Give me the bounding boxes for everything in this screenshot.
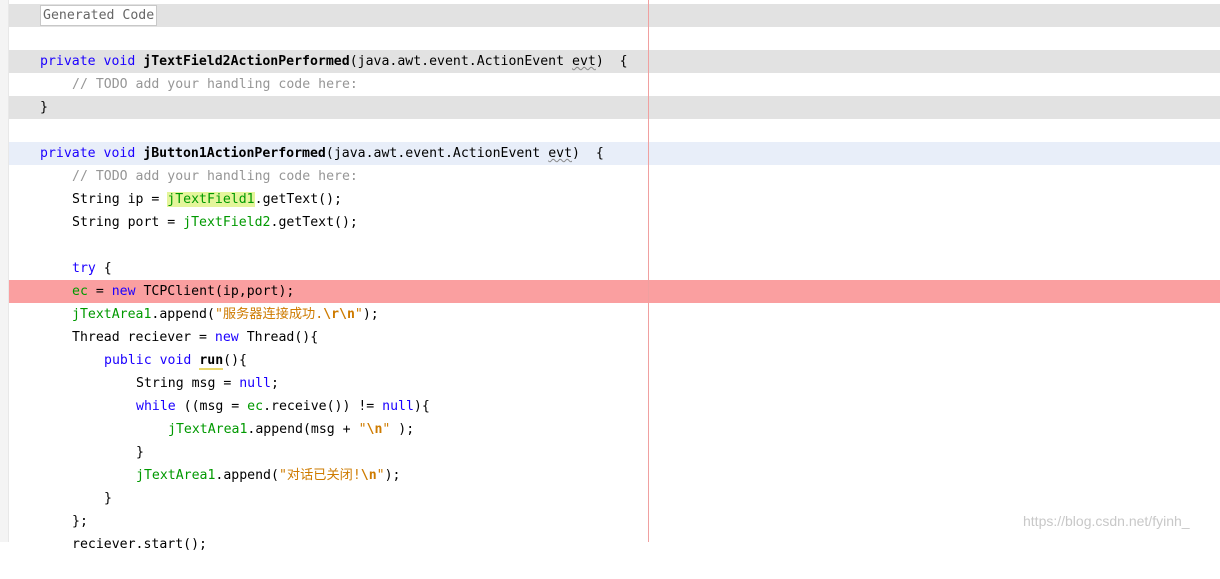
code-line-append3: jTextArea1.append("对话已关闭!\n"); xyxy=(9,464,1220,487)
string-quote: " xyxy=(354,307,363,322)
method-name: jTextField2ActionPerformed xyxy=(143,54,350,69)
brace: } xyxy=(104,491,112,506)
code-line-method2-signature: private void jButton1ActionPerformed(jav… xyxy=(9,142,1220,165)
code-line-while: while ((msg = ec.receive()) != null){ xyxy=(9,395,1220,418)
keyword: public xyxy=(104,353,152,368)
method-name: jButton1ActionPerformed xyxy=(143,146,326,161)
statement: .receive()) != xyxy=(263,399,383,414)
brace: } xyxy=(136,445,144,460)
keyword: void xyxy=(103,54,136,69)
statement: String port = xyxy=(72,215,184,230)
statement: = xyxy=(87,284,112,299)
field-reference[interactable]: ec xyxy=(247,399,263,414)
statement: ); xyxy=(384,468,401,483)
statement: ); xyxy=(390,422,415,437)
keyword: new xyxy=(214,330,239,345)
statement: .append(msg + xyxy=(247,422,359,437)
code-line-fold: Generated Code xyxy=(9,4,1220,27)
code-line-partial: reciever.start(); xyxy=(9,533,1220,556)
field-reference[interactable]: jTextArea1 xyxy=(136,468,215,483)
code-line-close-run: } xyxy=(9,487,1220,510)
brace: }; xyxy=(72,514,88,529)
comment: // TODO add your handling code here: xyxy=(72,77,358,92)
field-reference[interactable]: ec xyxy=(72,284,88,299)
escape-sequence: \n xyxy=(366,422,383,437)
statement: String ip = xyxy=(72,192,168,207)
statement: ){ xyxy=(413,399,430,414)
statement: .append( xyxy=(215,468,279,483)
code-line-method1-comment: // TODO add your handling code here: xyxy=(9,73,1220,96)
string-quote: " xyxy=(358,422,367,437)
keyword: void xyxy=(103,146,136,161)
code-line-ip: String ip = jTextField1.getText(); xyxy=(9,188,1220,211)
generated-code-fold[interactable]: Generated Code xyxy=(40,5,158,26)
statement: ; xyxy=(270,376,279,391)
keyword: try xyxy=(72,261,96,276)
keyword: null xyxy=(239,376,271,391)
keyword: null xyxy=(382,399,414,414)
statement: String msg = xyxy=(136,376,240,391)
field-reference[interactable]: jTextArea1 xyxy=(72,307,151,322)
code-line-method2-comment: // TODO add your handling code here: xyxy=(9,165,1220,188)
code-line-thread: Thread reciever = new Thread(){ xyxy=(9,326,1220,349)
right-margin-line xyxy=(648,0,649,542)
keyword: private xyxy=(40,54,96,69)
field-reference[interactable]: jTextField1 xyxy=(167,192,255,207)
field-reference[interactable]: jTextField2 xyxy=(183,215,270,230)
editor-gutter[interactable] xyxy=(0,0,9,542)
code-line-method1-signature: private void jTextField2ActionPerformed(… xyxy=(9,50,1220,73)
code-line-append1: jTextArea1.append("服务器连接成功.\r\n"); xyxy=(9,303,1220,326)
statement: Thread reciever = xyxy=(72,330,215,345)
method-name: run xyxy=(199,353,224,370)
watermark-url: https://blog.csdn.net/fyinh_ xyxy=(1023,513,1190,529)
statement: .getText(); xyxy=(270,215,358,230)
statement: ((msg = xyxy=(175,399,248,414)
param-evt: evt xyxy=(572,54,596,69)
escape-sequence: \r\n xyxy=(323,307,355,322)
keyword: void xyxy=(159,353,192,368)
code-line-try: try { xyxy=(9,257,1220,280)
statement: (){ xyxy=(223,353,247,368)
statement: .getText(); xyxy=(254,192,342,207)
param-evt: evt xyxy=(548,146,573,161)
field-reference[interactable]: jTextArea1 xyxy=(168,422,247,437)
keyword: new xyxy=(111,284,136,299)
comment: // TODO add your handling code here: xyxy=(72,169,358,184)
keyword: private xyxy=(40,146,96,161)
code-line-port: String port = jTextField2.getText(); xyxy=(9,211,1220,234)
code-line-append2: jTextArea1.append(msg + "\n" ); xyxy=(9,418,1220,441)
code-line-msg: String msg = null; xyxy=(9,372,1220,395)
statement: reciever.start(); xyxy=(72,537,207,552)
string-literal: "对话已关闭! xyxy=(278,468,361,483)
statement: ); xyxy=(362,307,379,322)
code-line-method1-close: } xyxy=(9,96,1220,119)
params: (java.awt.event.ActionEvent xyxy=(349,54,572,69)
escape-sequence: \n xyxy=(360,468,377,483)
string-literal: "服务器连接成功. xyxy=(214,307,324,322)
params: (java.awt.event.ActionEvent xyxy=(325,146,549,161)
statement: TCPClient(ip,port); xyxy=(135,284,295,299)
code-line-close-while: } xyxy=(9,441,1220,464)
params-end: ) { xyxy=(595,54,628,69)
string-quote: " xyxy=(376,468,385,483)
params-end: ) { xyxy=(572,146,604,161)
statement: .append( xyxy=(151,307,215,322)
statement: Thread(){ xyxy=(238,330,319,345)
brace: } xyxy=(40,100,48,115)
code-line-run: public void run(){ xyxy=(9,349,1220,372)
brace: { xyxy=(95,261,112,276)
code-line-breakpoint[interactable]: ec = new TCPClient(ip,port); xyxy=(9,280,1220,303)
keyword: while xyxy=(136,399,176,414)
